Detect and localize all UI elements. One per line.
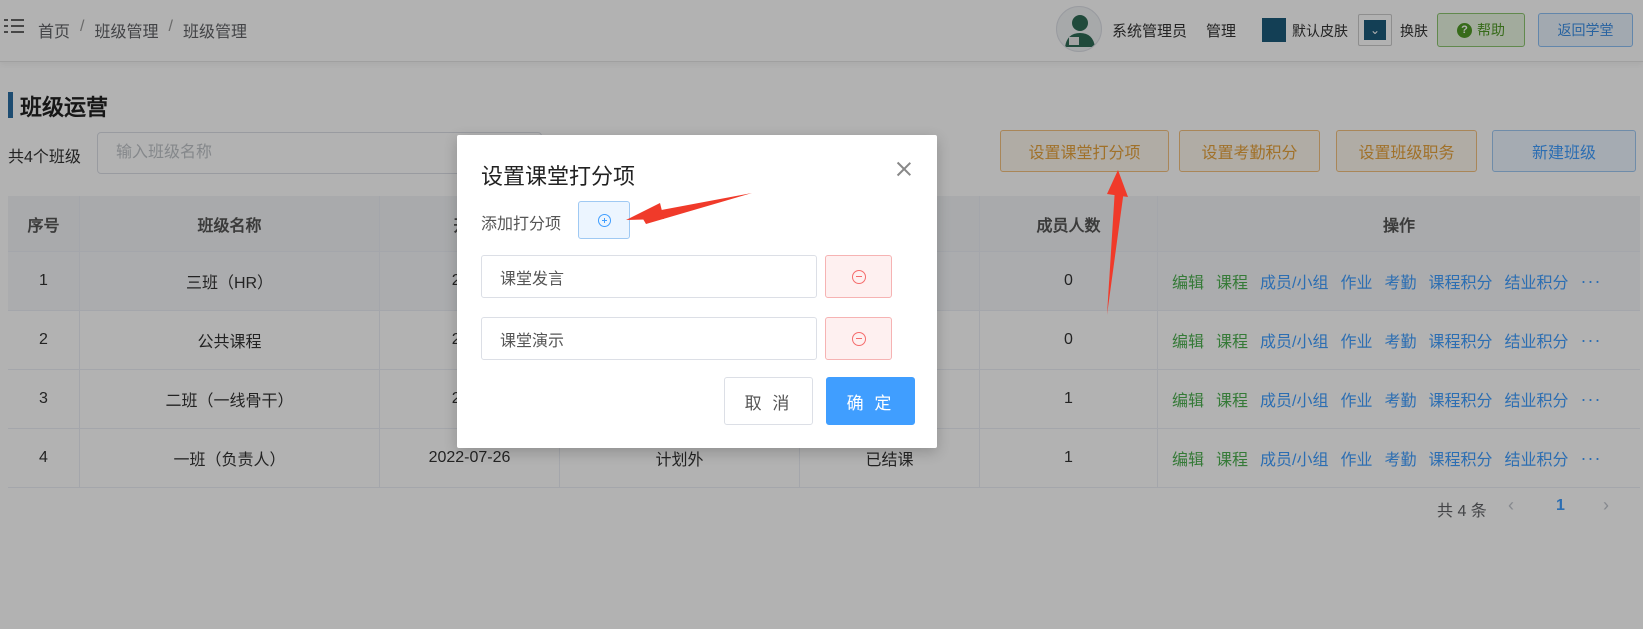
minus-circle-icon bbox=[852, 332, 866, 346]
add-item-label: 添加打分项 bbox=[481, 216, 562, 233]
scoring-item-input[interactable] bbox=[481, 255, 817, 298]
scoring-item-input[interactable] bbox=[481, 317, 817, 360]
close-icon[interactable] bbox=[894, 159, 914, 179]
plus-circle-icon bbox=[598, 214, 611, 227]
remove-item-button[interactable] bbox=[825, 255, 892, 298]
scoring-items-dialog: 设置课堂打分项 添加打分项 取 消 确 定 bbox=[457, 135, 937, 448]
dialog-title: 设置课堂打分项 bbox=[481, 164, 636, 189]
cancel-button[interactable]: 取 消 bbox=[724, 377, 813, 425]
remove-item-button[interactable] bbox=[825, 317, 892, 360]
confirm-button[interactable]: 确 定 bbox=[826, 377, 915, 425]
minus-circle-icon bbox=[852, 270, 866, 284]
add-item-button[interactable] bbox=[578, 201, 630, 239]
